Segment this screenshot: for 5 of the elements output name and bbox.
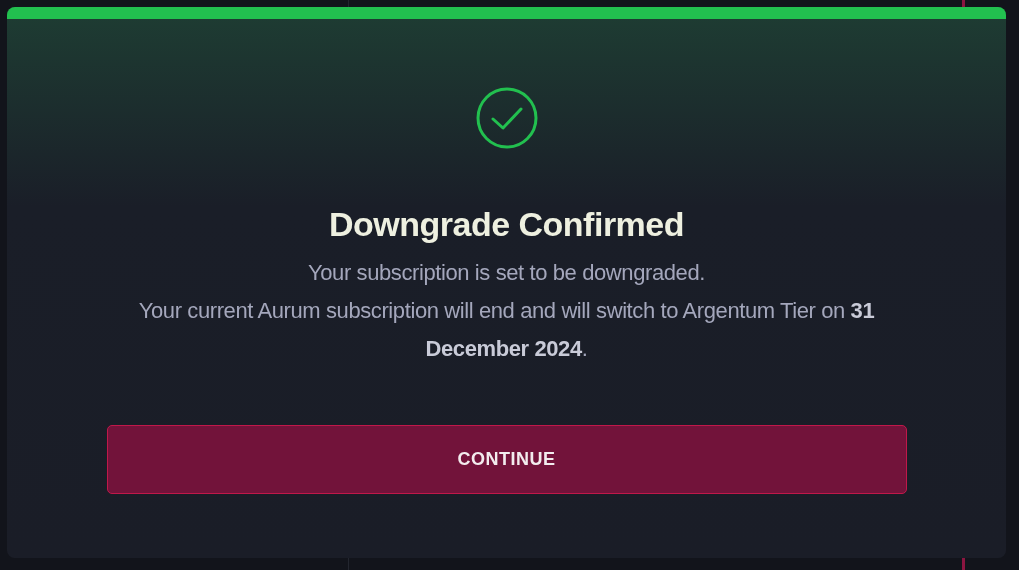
dialog-title: Downgrade Confirmed [328,205,685,244]
dialog-message: Your current Aurum subscription will end and will switch to Argentum Tier on 31 December 2024. [137,297,876,363]
dialog-message: Your subscription is set to be downgraded. [307,259,706,287]
continue-button[interactable]: CONTINUE [106,425,907,494]
check-circle-icon [475,87,538,149]
